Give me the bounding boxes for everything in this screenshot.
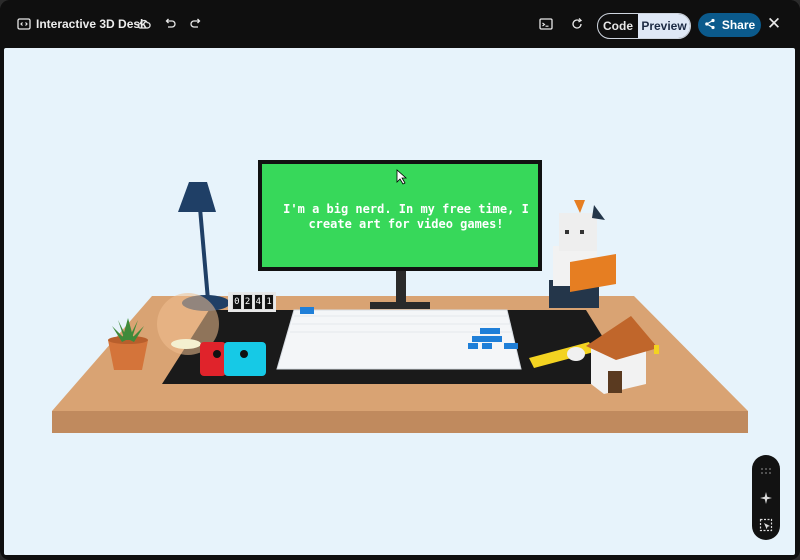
code-embed-icon	[16, 16, 32, 32]
joystick-right	[240, 350, 248, 358]
cat-eye	[565, 230, 569, 234]
refresh-icon[interactable]	[566, 13, 588, 35]
preview-canvas[interactable]: I'm a big nerd. In my free time, I creat…	[4, 48, 795, 555]
blue-key	[472, 336, 482, 342]
blue-key	[482, 336, 492, 342]
blue-key	[482, 343, 492, 349]
blue-key	[492, 336, 502, 342]
share-label: Share	[721, 18, 756, 32]
cloud-icon[interactable]	[133, 13, 155, 35]
cat-ear	[574, 200, 585, 213]
monitor-text: I'm a big nerd. In my free time, I creat…	[268, 202, 544, 232]
orb-base	[171, 339, 201, 349]
counter-digit: 1	[264, 294, 274, 310]
counter-digit: 4	[253, 294, 264, 310]
counter-digit: 0	[232, 294, 242, 310]
undo-icon[interactable]	[159, 13, 181, 35]
top-bar: Interactive 3D Desk Code Preview Share ✕	[0, 0, 800, 48]
blue-key	[490, 328, 500, 334]
lamp-shade	[178, 182, 216, 212]
lamp-arm	[198, 207, 210, 301]
monitor-text-line: create art for video games!	[308, 217, 504, 231]
floating-toolbar	[752, 455, 780, 540]
share-button[interactable]: Share	[698, 13, 761, 37]
share-icon	[704, 18, 716, 33]
tab-preview[interactable]: Preview	[638, 14, 690, 38]
plant-pot	[108, 340, 148, 370]
counter-digit: 2	[242, 294, 253, 310]
cat-ear	[592, 205, 605, 220]
monitor-base	[370, 302, 430, 309]
house-door	[608, 371, 622, 393]
select-element-icon[interactable]	[756, 515, 776, 535]
tab-code[interactable]: Code	[598, 14, 638, 38]
blue-key	[480, 328, 490, 334]
terminal-icon[interactable]	[535, 13, 557, 35]
house-light	[654, 345, 659, 354]
blue-key	[468, 343, 478, 349]
controller-right	[224, 342, 266, 376]
cat-head	[559, 213, 597, 251]
blue-key	[504, 343, 518, 349]
code-preview-toggle: Code Preview	[597, 13, 691, 39]
digit-counter: 0 2 4 1	[232, 294, 274, 310]
redo-icon[interactable]	[185, 13, 207, 35]
sparkle-icon[interactable]	[756, 488, 776, 508]
desk-scene[interactable]	[4, 48, 795, 555]
mouse[interactable]	[567, 347, 585, 361]
close-icon[interactable]: ✕	[764, 13, 784, 35]
cat-eye	[580, 230, 584, 234]
drag-handle-icon[interactable]	[756, 461, 776, 481]
desk-front	[52, 411, 748, 433]
app-window: Interactive 3D Desk Code Preview Share ✕	[0, 0, 800, 560]
app-title: Interactive 3D Desk	[36, 17, 147, 31]
monitor-stand	[396, 268, 406, 306]
monitor-text-line: I'm a big nerd. In my free time, I	[283, 202, 529, 216]
controller-left	[200, 342, 226, 376]
blue-key	[300, 307, 314, 314]
joystick-left	[213, 350, 221, 358]
